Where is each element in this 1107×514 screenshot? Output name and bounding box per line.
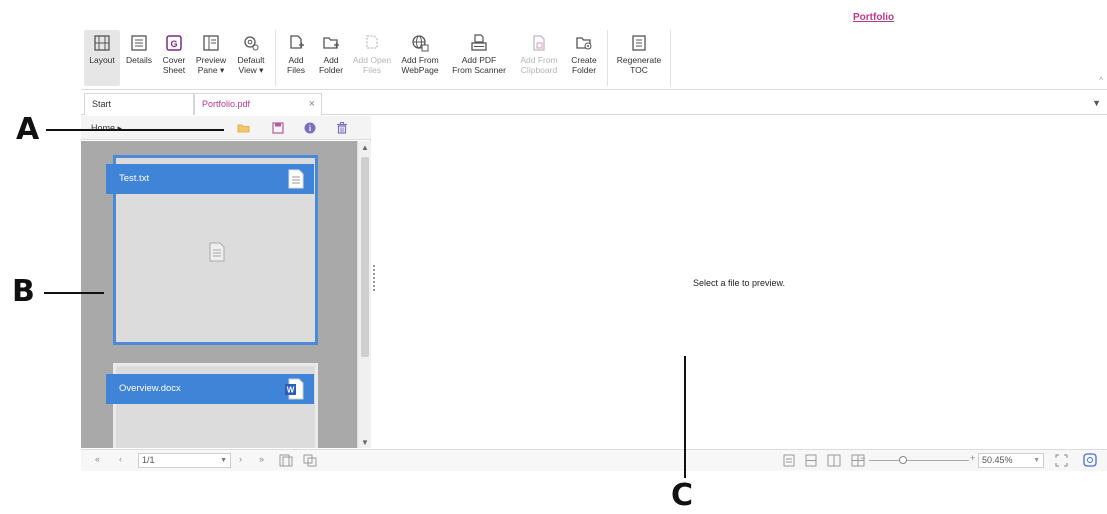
ribbon-separator <box>275 30 276 86</box>
file-navigation-pane: Home ▸ i Test.txt Overview.docx W ▲ ▼ <box>81 116 371 448</box>
regenerate-toc-button[interactable]: Regenerate TOC <box>611 30 667 86</box>
scanner-icon <box>471 34 487 51</box>
page-number-input[interactable]: 1/1 ▼ <box>138 453 231 468</box>
page-dropdown-icon[interactable]: ▼ <box>220 454 227 467</box>
add-pdf-from-scanner-button[interactable]: Add PDF From Scanner <box>446 30 512 86</box>
cover-sheet-button[interactable]: G Cover Sheet <box>158 30 190 86</box>
navigation-toolbar: Home ▸ i <box>81 116 371 140</box>
zoom-dropdown-icon[interactable]: ▼ <box>1033 454 1040 467</box>
layout-icon <box>94 35 110 51</box>
facing-layout-icon[interactable] <box>827 454 841 467</box>
add-open-files-button[interactable]: Add Open Files <box>350 30 394 86</box>
collapse-ribbon-icon[interactable]: ^ <box>1099 76 1103 85</box>
preview-pane-icon <box>203 35 219 51</box>
tab-list-dropdown-icon[interactable]: ▼ <box>1092 98 1101 108</box>
zoom-level-input[interactable]: 50.45% ▼ <box>978 453 1044 468</box>
file-card-overview-docx[interactable]: Overview.docx W <box>106 363 318 448</box>
open-folder-icon[interactable] <box>237 121 251 135</box>
callout-c-label: C <box>671 478 694 513</box>
fullscreen-icon[interactable] <box>1055 454 1068 467</box>
add-from-clipboard-button[interactable]: Add From Clipboard <box>514 30 564 86</box>
text-file-icon <box>288 169 304 189</box>
scroll-down-icon[interactable]: ▼ <box>361 438 369 447</box>
details-icon <box>131 35 147 51</box>
zoom-slider-handle[interactable] <box>899 456 907 464</box>
add-open-files-icon <box>366 35 378 49</box>
previous-page-icon[interactable]: ‹ <box>119 454 122 464</box>
save-icon[interactable] <box>271 121 285 135</box>
add-folder-button[interactable]: Add Folder <box>314 30 348 86</box>
svg-text:G: G <box>170 39 177 49</box>
add-files-icon <box>290 35 304 49</box>
word-file-icon: W <box>285 378 304 400</box>
file-card-test-txt[interactable]: Test.txt <box>106 155 318 345</box>
status-bar: « ‹ 1/1 ▼ › » − + 50.45% ▼ <box>81 449 1107 471</box>
zoom-out-button[interactable]: − <box>860 453 865 463</box>
add-files-button[interactable]: Add Files <box>280 30 312 86</box>
info-icon[interactable]: i <box>303 121 317 135</box>
delete-icon[interactable] <box>335 121 349 135</box>
single-page-view-icon[interactable] <box>279 454 293 467</box>
callout-a-line <box>46 129 224 131</box>
file-card-header: Test.txt <box>106 164 314 194</box>
toc-icon <box>632 35 646 51</box>
default-view-icon <box>244 36 259 51</box>
file-preview-placeholder-icon <box>209 242 225 262</box>
preview-message: Select a file to preview. <box>693 278 786 288</box>
callout-c-line <box>684 356 686 478</box>
scroll-up-icon[interactable]: ▲ <box>361 143 369 152</box>
next-page-icon[interactable]: › <box>239 454 242 464</box>
add-from-webpage-button[interactable]: Add From WebPage <box>396 30 444 86</box>
ribbon-tab-portfolio[interactable]: Portfolio <box>853 12 894 23</box>
last-page-icon[interactable]: » <box>259 454 264 464</box>
add-folder-icon <box>323 37 339 49</box>
continuous-view-icon[interactable] <box>303 454 317 467</box>
cover-sheet-icon: G <box>166 35 182 51</box>
create-folder-button[interactable]: Create Folder <box>566 30 602 86</box>
scrollbar-thumb[interactable] <box>361 157 369 357</box>
tab-start[interactable]: Start <box>84 93 194 115</box>
zoom-slider-track[interactable] <box>869 460 969 461</box>
layout-button[interactable]: Layout <box>84 30 120 86</box>
thumbnail-scrollbar[interactable]: ▲ ▼ <box>357 141 371 448</box>
single-page-layout-icon[interactable] <box>783 454 795 467</box>
clipboard-icon <box>533 35 545 51</box>
tab-portfolio[interactable]: Portfolio.pdf × <box>194 93 322 115</box>
create-folder-icon <box>576 37 592 50</box>
ribbon-separator <box>607 30 608 86</box>
callout-a-label: A <box>16 112 40 147</box>
ribbon-separator <box>670 30 671 86</box>
file-preview-pane: Select a file to preview. <box>380 116 1107 448</box>
file-thumbnail-list: Test.txt Overview.docx W <box>81 141 357 448</box>
first-page-icon[interactable]: « <box>95 454 100 464</box>
continuous-layout-icon[interactable] <box>805 454 817 467</box>
svg-text:W: W <box>287 386 295 395</box>
details-button[interactable]: Details <box>122 30 156 86</box>
ribbon-toolbar: Layout Details G Cover Sheet Preview Pan… <box>81 28 1107 90</box>
zoom-in-button[interactable]: + <box>970 453 975 463</box>
pane-splitter-handle[interactable] <box>372 265 376 295</box>
callout-b-line <box>44 292 104 294</box>
preview-pane-button[interactable]: Preview Pane ▾ <box>192 30 230 86</box>
callout-b-label: B <box>12 274 35 309</box>
default-view-button[interactable]: Default View ▾ <box>232 30 270 86</box>
file-card-header: Overview.docx W <box>106 374 314 404</box>
close-icon[interactable]: × <box>309 94 315 115</box>
globe-icon <box>412 35 429 52</box>
document-tab-bar: Start Portfolio.pdf × ▼ <box>81 93 1107 115</box>
chat-assistant-icon[interactable] <box>1083 453 1097 467</box>
